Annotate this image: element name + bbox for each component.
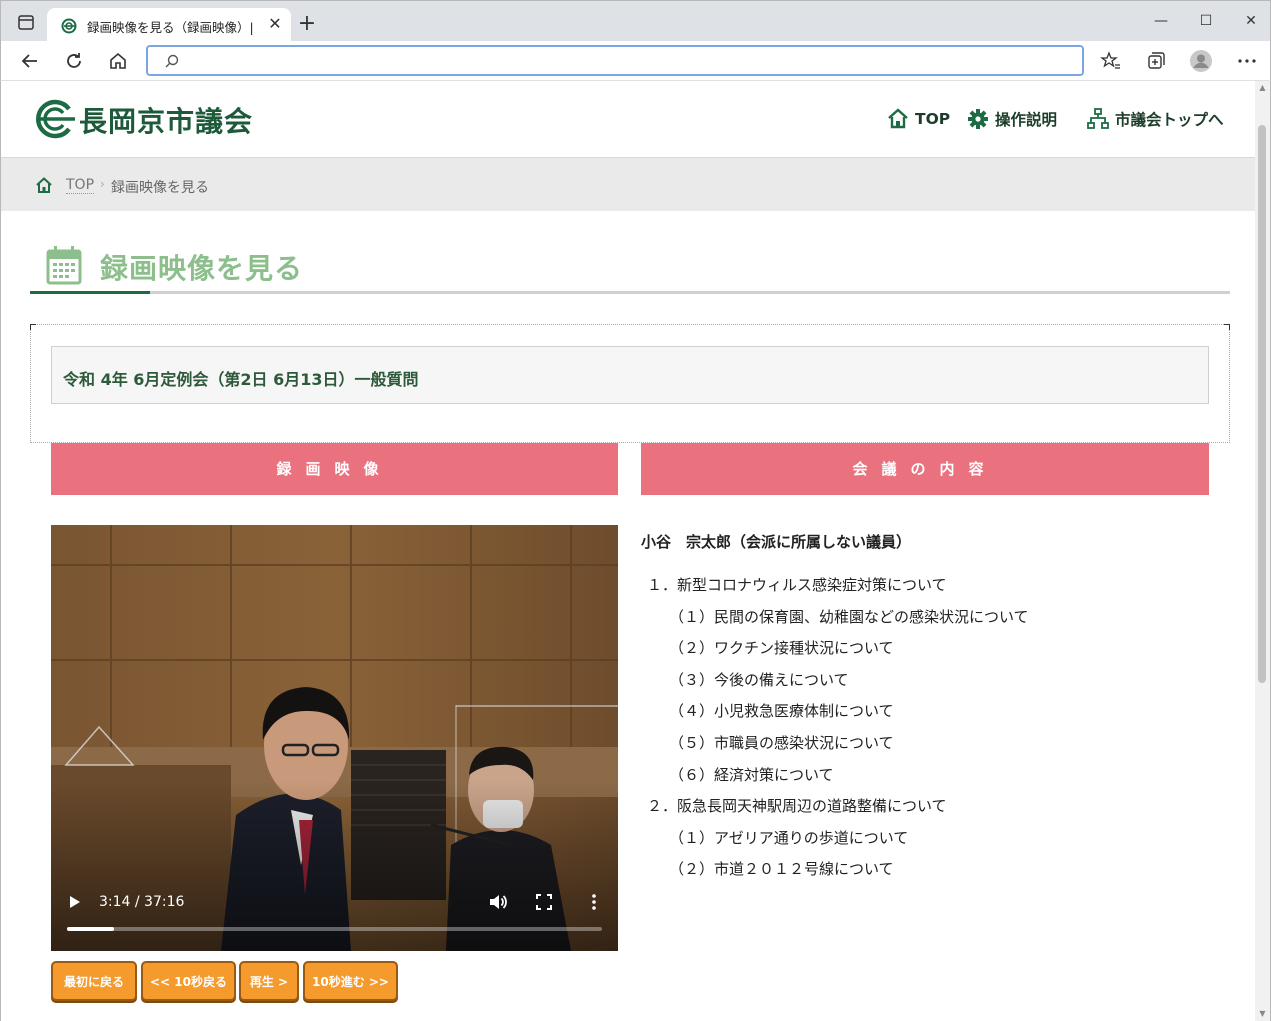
video-time: 3:14 / 37:16 xyxy=(99,894,185,910)
reload-icon[interactable] xyxy=(62,49,86,73)
home-icon[interactable] xyxy=(106,49,130,73)
meeting-title-frame: 令和 4年 6月定例会（第2日 6月13日）一般質問 xyxy=(30,324,1230,443)
subtopic-item: （４）小児救急医療体制について xyxy=(669,702,894,721)
sitemap-icon xyxy=(1087,108,1109,129)
home-icon xyxy=(888,108,908,129)
new-tab-button[interactable]: + xyxy=(297,13,317,35)
window-minimize-button[interactable]: — xyxy=(1151,11,1171,31)
page-title-underline xyxy=(30,291,150,294)
breadcrumb: TOP › 録画映像を見る xyxy=(1,157,1256,211)
breadcrumb-current: 録画映像を見る xyxy=(111,180,209,196)
frame-corner xyxy=(30,324,36,330)
window-close-button[interactable]: ✕ xyxy=(1241,11,1261,31)
tab-title: 録画映像を見る（録画映像）| 長 xyxy=(87,20,257,35)
topic-item: １．新型コロナウィルス感染症対策について xyxy=(647,576,947,594)
more-menu-icon[interactable] xyxy=(1235,49,1259,73)
address-bar[interactable] xyxy=(146,45,1084,76)
logo-text: 長岡京市議会 xyxy=(79,105,254,138)
topic-item: ２．阪急長岡天神駅周辺の道路整備について xyxy=(647,797,947,816)
breadcrumb-top-link[interactable]: TOP xyxy=(66,177,95,194)
rewind-to-start-button[interactable]: 最初に戻る xyxy=(51,961,137,1001)
subtopic-item: （５）市職員の感染状況について xyxy=(669,733,894,752)
member-name: 小谷 宗太郎（会派に所属しない議員） xyxy=(641,533,912,551)
fullscreen-icon[interactable] xyxy=(536,894,552,910)
subtopic-item: （１）アゼリア通りの歩道について xyxy=(669,828,909,847)
scroll-down-arrow-icon[interactable]: ▼ xyxy=(1255,1007,1270,1021)
section-header-video: 録画映像 xyxy=(51,443,618,495)
breadcrumb-home-icon[interactable] xyxy=(35,176,53,194)
search-icon xyxy=(165,54,179,68)
window-maximize-button[interactable]: ☐ xyxy=(1196,11,1216,31)
browser-tab-active[interactable]: 録画映像を見る（録画映像）| 長 ✕ xyxy=(47,8,291,42)
back-10s-button[interactable]: << 10秒戻る xyxy=(141,961,236,1001)
video-frame-image xyxy=(51,525,618,951)
volume-icon[interactable] xyxy=(488,892,508,912)
calendar-icon xyxy=(46,246,82,285)
page-title-block: 録画映像を見る xyxy=(30,241,1230,294)
back-arrow-icon[interactable] xyxy=(18,49,42,73)
browser-tab-bar: 録画映像を見る（録画映像）| 長 ✕ + — ☐ ✕ xyxy=(0,0,1271,42)
video-progress-fill xyxy=(67,927,114,931)
scroll-up-arrow-icon[interactable]: ▲ xyxy=(1255,81,1270,95)
video-options-icon[interactable] xyxy=(588,892,600,912)
subtopic-item: （２）ワクチン接種状況について xyxy=(669,639,894,658)
nav-top-label: TOP xyxy=(915,110,951,128)
scrollbar-thumb[interactable] xyxy=(1258,125,1266,683)
play-button[interactable]: 再生 > xyxy=(239,961,299,1001)
page-title: 録画映像を見る xyxy=(100,252,304,285)
council-logo-icon xyxy=(36,99,75,139)
breadcrumb-separator: › xyxy=(100,177,105,191)
page-viewport: 長岡京市議会 TOP 操作説明 市議会トップへ TOP › 録画映像を見る 録画… xyxy=(0,81,1271,1021)
forward-10s-button[interactable]: 10秒進む >> xyxy=(303,961,398,1001)
subtopic-item: （２）市道２０１２号線について xyxy=(669,860,894,879)
nav-council-top-label: 市議会トップへ xyxy=(1115,111,1224,129)
address-input[interactable] xyxy=(188,50,1068,72)
frame-corner xyxy=(1224,324,1230,330)
site-favicon-icon xyxy=(61,18,77,34)
favorites-star-icon[interactable] xyxy=(1099,49,1123,73)
video-progress-bar[interactable] xyxy=(67,927,602,931)
subtopic-item: （６）経済対策について xyxy=(669,765,834,784)
nav-council-top-link[interactable]: 市議会トップへ xyxy=(1087,107,1224,131)
play-icon[interactable] xyxy=(67,893,83,911)
topic-list: １．新型コロナウィルス感染症対策について （１）民間の保育園、幼稚園などの感染状… xyxy=(641,570,1241,886)
subtopic-item: （１）民間の保育園、幼稚園などの感染状況について xyxy=(669,607,1029,626)
page-scrollbar[interactable]: ▲ ▼ xyxy=(1255,81,1270,1021)
meeting-content: 小谷 宗太郎（会派に所属しない議員） １．新型コロナウィルス感染症対策について … xyxy=(641,531,1241,886)
collections-icon[interactable] xyxy=(1143,49,1167,73)
tab-actions-icon xyxy=(18,15,34,30)
video-player[interactable]: 3:14 / 37:16 xyxy=(51,525,618,951)
nav-guide-label: 操作説明 xyxy=(995,111,1058,129)
tab-close-icon[interactable]: ✕ xyxy=(265,14,285,34)
gear-icon xyxy=(968,109,988,129)
section-header-content: 会議の内容 xyxy=(641,443,1209,495)
tab-actions-button[interactable] xyxy=(9,11,45,35)
browser-toolbar xyxy=(0,41,1271,81)
meeting-title-box: 令和 4年 6月定例会（第2日 6月13日）一般質問 xyxy=(51,346,1209,404)
nav-guide-link[interactable]: 操作説明 xyxy=(967,107,1057,131)
nav-top-link[interactable]: TOP xyxy=(887,107,950,131)
site-header: 長岡京市議会 TOP 操作説明 市議会トップへ xyxy=(1,81,1256,157)
profile-avatar-icon[interactable] xyxy=(1189,49,1213,73)
meeting-title: 令和 4年 6月定例会（第2日 6月13日）一般質問 xyxy=(63,370,419,389)
subtopic-item: （３）今後の備えについて xyxy=(669,670,849,689)
